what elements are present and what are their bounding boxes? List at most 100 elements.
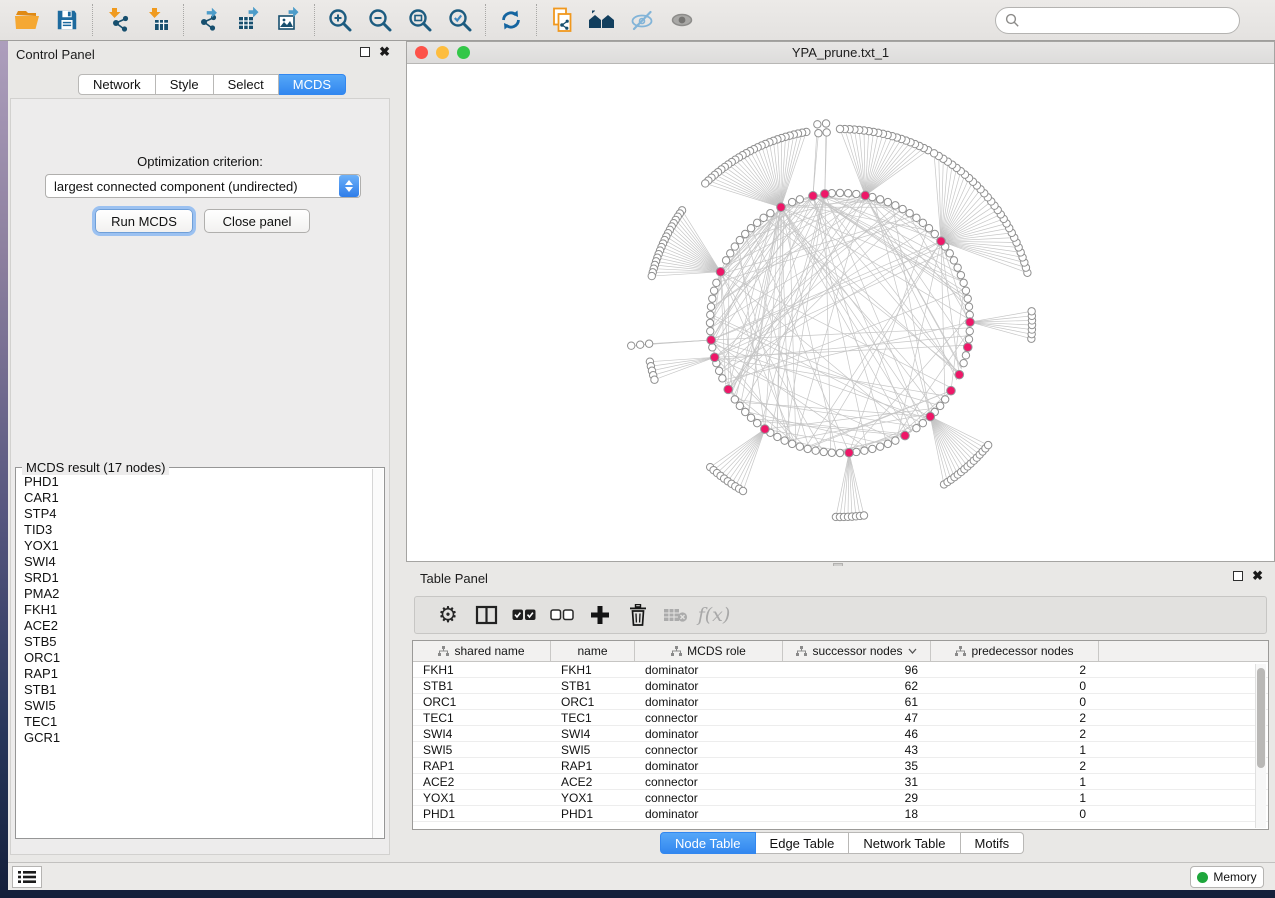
close-window-icon[interactable]	[415, 46, 428, 59]
table-scrollbar-thumb[interactable]	[1257, 668, 1265, 768]
cell-successors[interactable]: 62	[783, 678, 931, 693]
minimize-window-icon[interactable]	[436, 46, 449, 59]
cell-predecessors[interactable]: 1	[931, 742, 1099, 757]
zoom-out-button[interactable]	[363, 5, 397, 35]
mcds-result-item[interactable]: GCR1	[24, 730, 373, 746]
import-table-button[interactable]	[141, 5, 175, 35]
run-mcds-button[interactable]: Run MCDS	[95, 209, 193, 233]
export-network-button[interactable]	[192, 5, 226, 35]
cell-shared-name[interactable]: PHD1	[413, 806, 551, 821]
cell-predecessors[interactable]: 2	[931, 710, 1099, 725]
cell-shared-name[interactable]: STB1	[413, 678, 551, 693]
column-header-mcds-role[interactable]: MCDS role	[635, 641, 783, 661]
cell-successors[interactable]: 31	[783, 774, 931, 789]
mcds-result-item[interactable]: SRD1	[24, 570, 373, 586]
close-panel-icon[interactable]: ✖	[1252, 571, 1263, 581]
table-row[interactable]: SWI4 SWI4 dominator 46 2	[413, 726, 1268, 742]
cell-mcds-role[interactable]: connector	[635, 742, 783, 757]
cell-name[interactable]: ORC1	[551, 694, 635, 709]
mcds-result-item[interactable]: YOX1	[24, 538, 373, 554]
cell-name[interactable]: STB1	[551, 678, 635, 693]
table-type-tab[interactable]: Network Table	[849, 832, 960, 854]
cell-successors[interactable]: 46	[783, 726, 931, 741]
mcds-result-item[interactable]: PMA2	[24, 586, 373, 602]
column-header-shared-name[interactable]: shared name	[413, 641, 551, 661]
column-header-successor-nodes[interactable]: successor nodes	[783, 641, 931, 661]
task-history-button[interactable]	[12, 866, 42, 888]
cell-name[interactable]: PHD1	[551, 806, 635, 821]
save-session-button[interactable]	[50, 5, 84, 35]
table-row[interactable]: SWI5 SWI5 connector 43 1	[413, 742, 1268, 758]
cell-successors[interactable]: 18	[783, 806, 931, 821]
cell-mcds-role[interactable]: dominator	[635, 694, 783, 709]
cell-name[interactable]: TEC1	[551, 710, 635, 725]
import-network-button[interactable]	[101, 5, 135, 35]
zoom-in-button[interactable]	[323, 5, 357, 35]
cell-shared-name[interactable]: ACE2	[413, 774, 551, 789]
hide-selected-button[interactable]	[625, 5, 659, 35]
cell-shared-name[interactable]: SWI4	[413, 726, 551, 741]
first-neighbors-button[interactable]	[585, 5, 619, 35]
table-type-tab[interactable]: Node Table	[660, 832, 756, 854]
control-panel-tab[interactable]: Style	[156, 74, 214, 95]
cell-predecessors[interactable]: 2	[931, 758, 1099, 773]
cell-name[interactable]: FKH1	[551, 662, 635, 677]
cell-predecessors[interactable]: 1	[931, 774, 1099, 789]
control-panel-tab[interactable]: Network	[78, 74, 156, 95]
cell-predecessors[interactable]: 2	[931, 726, 1099, 741]
cell-mcds-role[interactable]: dominator	[635, 726, 783, 741]
refresh-button[interactable]	[494, 5, 528, 35]
mcds-result-item[interactable]: SWI5	[24, 698, 373, 714]
cell-shared-name[interactable]: TEC1	[413, 710, 551, 725]
table-row[interactable]: YOX1 YOX1 connector 29 1	[413, 790, 1268, 806]
cell-shared-name[interactable]: ORC1	[413, 694, 551, 709]
cell-mcds-role[interactable]: connector	[635, 774, 783, 789]
table-row[interactable]: RAP1 RAP1 dominator 35 2	[413, 758, 1268, 774]
cell-name[interactable]: SWI4	[551, 726, 635, 741]
optimization-criterion-select[interactable]: largest connected component (undirected)	[45, 174, 361, 198]
cell-successors[interactable]: 96	[783, 662, 931, 677]
export-table-button[interactable]	[232, 5, 266, 35]
cell-successors[interactable]: 61	[783, 694, 931, 709]
table-row[interactable]: ORC1 ORC1 dominator 61 0	[413, 694, 1268, 710]
close-panel-button[interactable]: Close panel	[204, 209, 310, 233]
cell-successors[interactable]: 47	[783, 710, 931, 725]
zoom-fit-button[interactable]	[403, 5, 437, 35]
add-row-button[interactable]	[581, 600, 619, 630]
mcds-result-item[interactable]: SWI4	[24, 554, 373, 570]
cell-successors[interactable]: 43	[783, 742, 931, 757]
maximize-window-icon[interactable]	[457, 46, 470, 59]
cell-mcds-role[interactable]: dominator	[635, 678, 783, 693]
mcds-result-item[interactable]: TID3	[24, 522, 373, 538]
cell-predecessors[interactable]: 2	[931, 662, 1099, 677]
mcds-result-item[interactable]: STB5	[24, 634, 373, 650]
mcds-result-item[interactable]: CAR1	[24, 490, 373, 506]
cell-mcds-role[interactable]: dominator	[635, 662, 783, 677]
cell-mcds-role[interactable]: connector	[635, 710, 783, 725]
control-panel-tab[interactable]: MCDS	[279, 74, 346, 95]
mcds-result-item[interactable]: PHD1	[24, 474, 373, 490]
cell-mcds-role[interactable]: dominator	[635, 758, 783, 773]
cell-successors[interactable]: 35	[783, 758, 931, 773]
memory-button[interactable]: Memory	[1190, 866, 1264, 888]
network-graph[interactable]	[407, 64, 1274, 561]
cell-name[interactable]: RAP1	[551, 758, 635, 773]
cell-predecessors[interactable]: 0	[931, 678, 1099, 693]
search-input[interactable]	[995, 7, 1240, 34]
network-canvas[interactable]	[407, 64, 1274, 561]
mcds-result-item[interactable]: STB1	[24, 682, 373, 698]
float-panel-icon[interactable]	[360, 47, 370, 57]
table-row[interactable]: TEC1 TEC1 connector 47 2	[413, 710, 1268, 726]
cell-mcds-role[interactable]: dominator	[635, 806, 783, 821]
cell-name[interactable]: SWI5	[551, 742, 635, 757]
column-header-name[interactable]: name	[551, 641, 635, 661]
mcds-result-item[interactable]: ORC1	[24, 650, 373, 666]
control-panel-tab[interactable]: Select	[214, 74, 279, 95]
mcds-result-item[interactable]: TEC1	[24, 714, 373, 730]
table-row[interactable]: FKH1 FKH1 dominator 96 2	[413, 662, 1268, 678]
delete-table-button[interactable]	[657, 600, 695, 630]
cell-predecessors[interactable]: 1	[931, 790, 1099, 805]
export-image-button[interactable]	[272, 5, 306, 35]
cell-shared-name[interactable]: SWI5	[413, 742, 551, 757]
table-scrollbar[interactable]	[1255, 664, 1266, 828]
